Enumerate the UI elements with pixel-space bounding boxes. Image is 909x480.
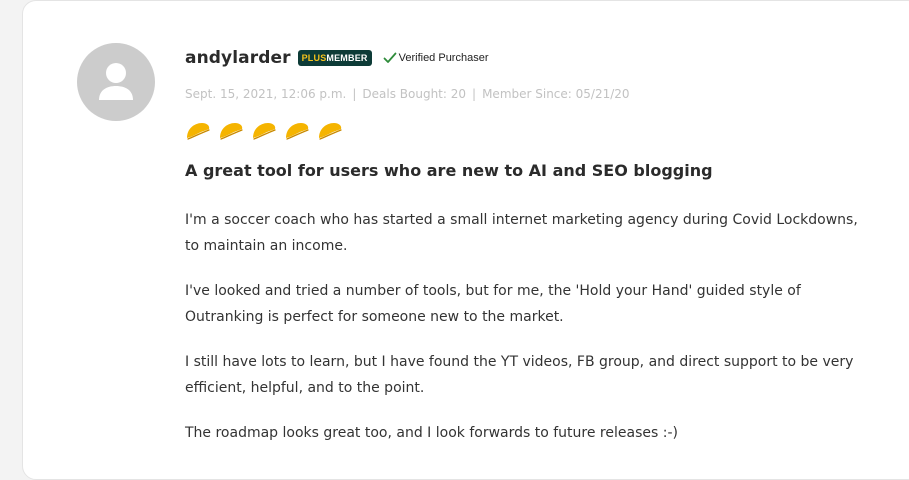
verified-label: Verified Purchaser [398,52,489,64]
taco-icon [286,123,309,140]
review-title: A great tool for users who are new to AI… [185,161,713,180]
deals-bought: Deals Bought: 20 [362,87,467,101]
review-body: I'm a soccer coach who has started a sma… [185,207,875,465]
review-paragraph: The roadmap looks great too, and I look … [185,425,678,441]
rating-tacos [185,121,350,141]
review-meta: Sept. 15, 2021, 12:06 p.m. | Deals Bought:… [185,87,630,101]
review-paragraph: I've looked and tried a number of tools,… [185,283,801,325]
meta-separator: | [352,87,357,101]
verified-purchaser: Verified Purchaser [383,52,489,64]
review-header: andylarder PLUS MEMBER Verified Purchaser [185,47,489,69]
taco-icon [187,123,210,140]
review-paragraph: I still have lots to learn, but I have f… [185,354,854,396]
plus-member-badge: PLUS MEMBER [297,50,372,66]
taco-icon [253,123,276,140]
badge-member-label: MEMBER [326,53,368,63]
user-icon [99,63,133,100]
avatar[interactable] [77,43,155,121]
taco-icon [319,123,342,140]
member-since: Member Since: 05/21/20 [482,87,630,101]
meta-separator: | [472,87,477,101]
checkmark-icon [383,52,397,63]
taco-icon [220,123,243,140]
badge-plus-label: PLUS [301,53,327,63]
username[interactable]: andylarder [185,48,291,68]
review-paragraph: I'm a soccer coach who has started a sma… [185,212,858,254]
review-date: Sept. 15, 2021, 12:06 p.m. [185,87,347,101]
